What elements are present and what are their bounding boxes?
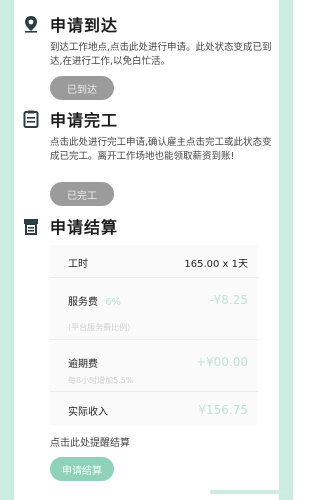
receipt-icon bbox=[24, 219, 38, 235]
arrive-description: 到达工作地点,点击此处进行申请。此处状态变成已到达,在进行工作,以免白忙活。 bbox=[50, 42, 272, 67]
arrived-button[interactable]: 已到达 bbox=[50, 76, 114, 100]
left-edge bbox=[0, 0, 14, 500]
location-pin-icon bbox=[25, 16, 37, 33]
settle-header: 申请结算 bbox=[22, 214, 118, 238]
service-fee-label: 服务费 bbox=[68, 297, 98, 308]
clipboard-icon bbox=[23, 110, 39, 128]
complete-description: 点击此处进行完工申请,确认雇主点击完工或此状态变成已完工。离开工作场地也能领取薪… bbox=[50, 137, 272, 162]
actual-income-label: 实际收入 bbox=[68, 407, 108, 418]
right-edge bbox=[279, 0, 293, 500]
service-fee-value: -¥8.25 bbox=[209, 293, 248, 307]
actual-income-value: ¥156.75 bbox=[198, 403, 248, 417]
divider bbox=[50, 277, 258, 278]
arrive-header: 申请到达 bbox=[22, 12, 118, 36]
service-fee-rate: 6% bbox=[105, 297, 122, 308]
settlement-card: 工时 165.00 x 1天 服务费 6% -¥8.25 (平台服务费比例) 逾… bbox=[50, 245, 258, 425]
arrive-title: 申请到达 bbox=[50, 16, 119, 35]
service-fee-note: (平台服务费比例) bbox=[68, 323, 131, 332]
overdue-fee-label: 逾期费 bbox=[68, 359, 98, 370]
apply-settlement-button[interactable]: 申请结算 bbox=[50, 457, 114, 481]
completed-button[interactable]: 已完工 bbox=[50, 182, 114, 206]
overdue-fee-value: +¥00.00 bbox=[195, 355, 248, 369]
settle-title: 申请结算 bbox=[50, 218, 119, 237]
overdue-fee-note: 每8小时增加5.5% bbox=[68, 376, 134, 385]
complete-header: 申请完工 bbox=[22, 107, 118, 131]
hours-value: 165.00 x 1天 bbox=[184, 259, 248, 270]
complete-title: 申请完工 bbox=[50, 111, 119, 130]
divider bbox=[50, 339, 258, 340]
hours-label: 工时 bbox=[68, 259, 88, 270]
remind-settle-link[interactable]: 点击此处提醒结算 bbox=[50, 434, 130, 449]
home-indicator bbox=[210, 490, 290, 494]
divider bbox=[50, 391, 258, 392]
